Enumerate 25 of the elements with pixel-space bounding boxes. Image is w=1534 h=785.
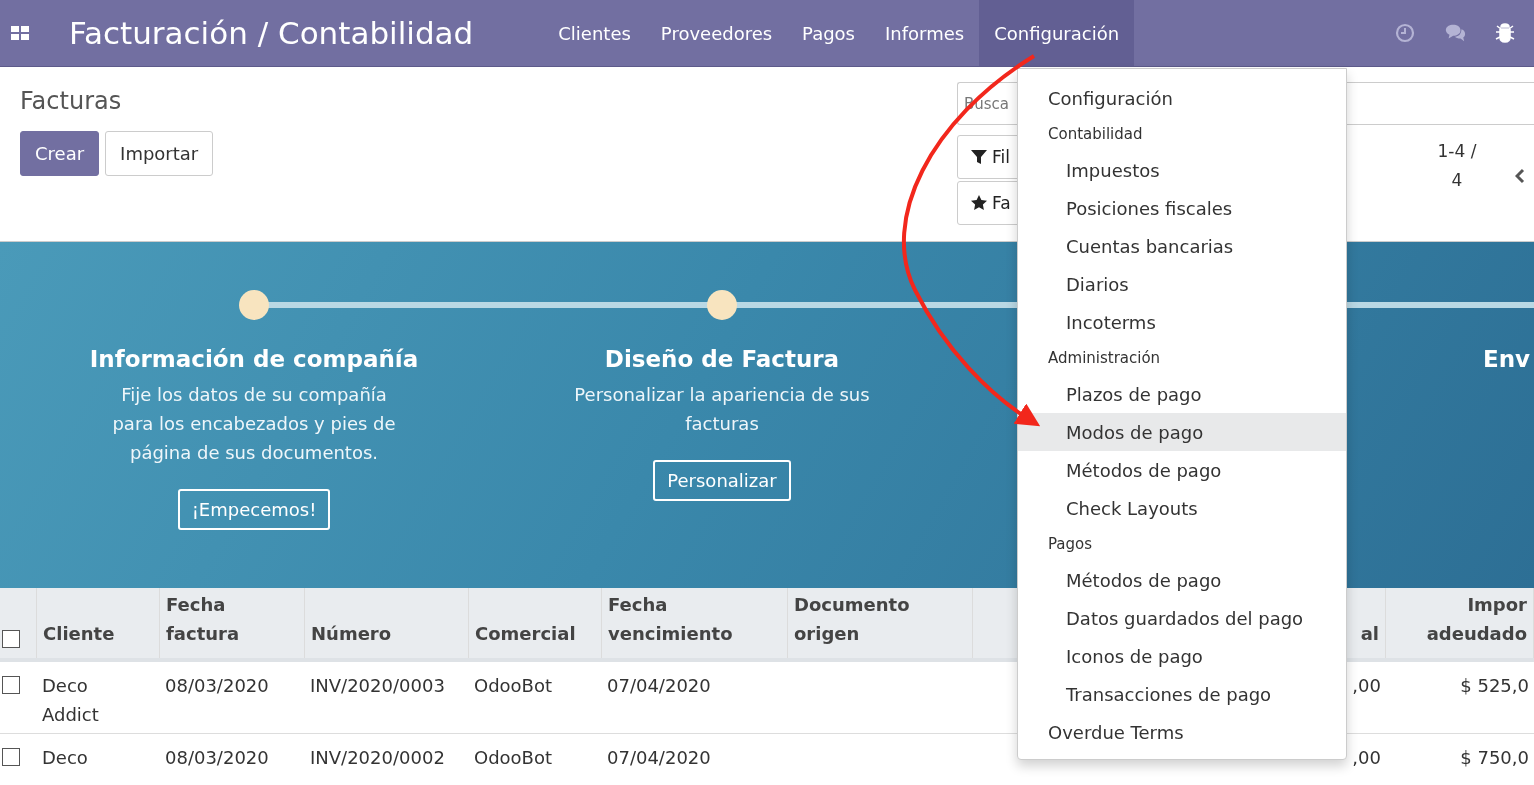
menu-section-header: Contabilidad: [1047, 124, 1144, 145]
menu-section-header: Administración: [1047, 348, 1162, 369]
table-cell-text: OdooBot: [474, 674, 553, 698]
table-cell-text: INV/2020/0002: [310, 746, 445, 770]
page-title: Facturas: [20, 87, 123, 115]
app-title: Facturación / Contabilidad: [69, 15, 474, 51]
table-cell-text: Deco: [42, 746, 88, 770]
table-cell-text: 08/03/2020: [165, 746, 269, 770]
step-description: Fije los datos de su compañía para los encabezados y pies de página de sus documentos.: [111, 383, 397, 465]
step-title: Información de compañía: [89, 346, 419, 372]
table-cell-text: $ 525,0: [1460, 674, 1529, 698]
table-cell-text: Deco Addict: [42, 674, 100, 727]
table-cell-text: 07/04/2020: [607, 674, 711, 698]
table-cell-text: INV/2020/0003: [310, 674, 445, 698]
table-cell-text: $ 750,0: [1460, 746, 1529, 770]
step-title: Env: [1483, 346, 1531, 372]
table-cell-text: 07/04/2020: [607, 746, 711, 770]
table-cell-text: ,00: [1352, 674, 1381, 698]
pager-value: 1-4 / 4: [1436, 140, 1478, 192]
table-cell-text: 08/03/2020: [165, 674, 269, 698]
table-cell-text: ,00: [1352, 746, 1381, 770]
table-cell-text: OdooBot: [474, 746, 553, 770]
step-description: Personalizar la apariencia de sus facturas: [573, 383, 871, 436]
step-title: Diseño de Factura: [604, 346, 840, 372]
menu-section-header: Pagos: [1047, 534, 1094, 555]
